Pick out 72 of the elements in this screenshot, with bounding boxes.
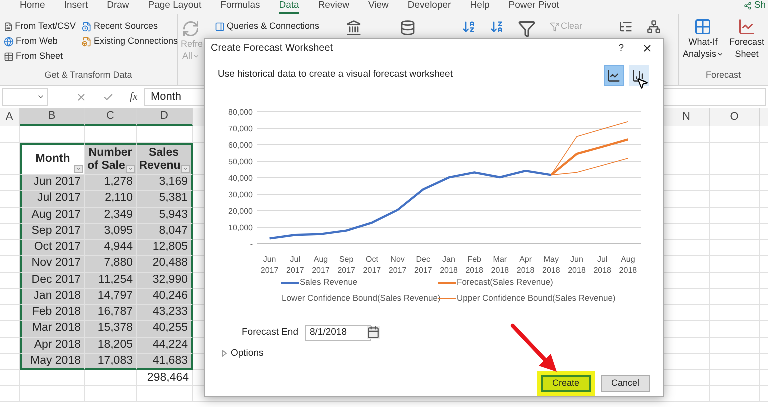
x-tick-label: Jul 2017 — [286, 255, 304, 276]
table-cell: 7,880 — [85, 256, 137, 272]
group-label: Forecast — [704, 69, 742, 82]
legend-item: Lower Confidence Bound(Sales Revenue) — [281, 292, 438, 305]
field-label: Forecast End — [242, 326, 300, 340]
table-cell: 16,787 — [85, 305, 137, 322]
table-cell: 14,797 — [85, 288, 137, 305]
table-cell: Dec 2017 — [20, 272, 85, 289]
y-tick-label: - — [250, 240, 253, 250]
table-cell: 8,047 — [137, 224, 193, 240]
table-cell: 40,246 — [137, 288, 193, 305]
table-cell: Nov 2017 — [20, 256, 85, 272]
x-tick-label: Jul 2018 — [594, 255, 612, 276]
group-label: Get & Transform Data — [44, 69, 134, 82]
table-header: Month — [20, 143, 85, 175]
table-cell: 5,381 — [137, 191, 193, 208]
table-cell: 11,254 — [85, 272, 137, 289]
table-cell: 44,224 — [137, 338, 193, 354]
y-tick-label: 10,000 — [228, 224, 253, 233]
table-cell: 1,278 — [85, 175, 137, 192]
table-cell: Feb 2018 — [20, 305, 85, 322]
table-cell: 18,205 — [85, 338, 137, 354]
x-tick-label: May 2018 — [542, 255, 560, 276]
table-cell: 20,488 — [137, 256, 193, 272]
y-tick-label: 60,000 — [228, 141, 253, 150]
y-tick-label: 80,000 — [228, 108, 253, 118]
table-cell: Apr 2018 — [20, 338, 85, 354]
x-tick-label: Nov 2017 — [388, 255, 407, 276]
x-tick-label: Jun 2018 — [568, 255, 586, 276]
table-cell: May 2018 — [20, 354, 85, 370]
table-cell: Jul 2017 — [20, 191, 85, 208]
x-tick-label: Mar 2018 — [491, 255, 510, 276]
table-cell: 5,943 — [137, 208, 193, 224]
x-tick-label: Aug 2018 — [619, 255, 638, 276]
y-tick-label: 70,000 — [228, 124, 253, 134]
table-cell: Oct 2017 — [20, 240, 85, 256]
x-tick-label: Dec 2017 — [414, 255, 432, 276]
table-cell: Sep 2017 — [20, 224, 85, 240]
table-cell: 2,349 — [85, 208, 137, 224]
table-cell: Mar 2018 — [20, 321, 85, 338]
x-tick-label: Jan 2018 — [440, 255, 458, 276]
legend-item: Sales Revenue — [281, 276, 438, 289]
table-header: Sales Revenu — [137, 143, 193, 175]
table-cell: 4,944 — [85, 240, 137, 256]
x-tick-label: Apr 2018 — [516, 255, 535, 276]
x-tick-label: Oct 2017 — [363, 255, 382, 276]
table-cell: 3,095 — [85, 224, 137, 240]
table-cell: 15,378 — [85, 321, 137, 338]
table-header: Number of Sale — [85, 143, 137, 175]
table-cell: Jun 2017 — [20, 175, 85, 192]
table-cell: Jan 2018 — [20, 288, 85, 305]
table-cell: 32,990 — [137, 272, 193, 289]
table-cell: 3,169 — [137, 175, 193, 192]
table-cell: 12,805 — [137, 240, 193, 256]
y-tick-label: 40,000 — [228, 174, 253, 184]
x-tick-label: Feb 2018 — [466, 255, 484, 276]
x-tick-label: Jun 2017 — [260, 255, 279, 276]
table-cell: 2,110 — [85, 191, 137, 208]
y-tick-label: 50,000 — [228, 158, 253, 167]
total-cell: 298,464 — [137, 370, 193, 386]
table-cell: 17,083 — [85, 354, 137, 370]
legend-item: Forecast(Sales Revenue) — [438, 276, 663, 289]
table-cell: 41,683 — [137, 354, 193, 370]
y-tick-label: 20,000 — [228, 207, 253, 216]
table-cell: 40,255 — [137, 321, 193, 338]
y-tick-label: 30,000 — [228, 190, 253, 200]
dialog-description: Use historical data to create a visual forecast worksheet — [218, 68, 453, 82]
x-tick-label: Sep 2017 — [338, 255, 356, 276]
dialog-title: Create Forecast Worksheet — [211, 42, 334, 56]
table-cell: 43,233 — [137, 305, 193, 322]
x-tick-label: Aug 2017 — [312, 255, 330, 276]
table-cell: Aug 2017 — [20, 208, 85, 224]
